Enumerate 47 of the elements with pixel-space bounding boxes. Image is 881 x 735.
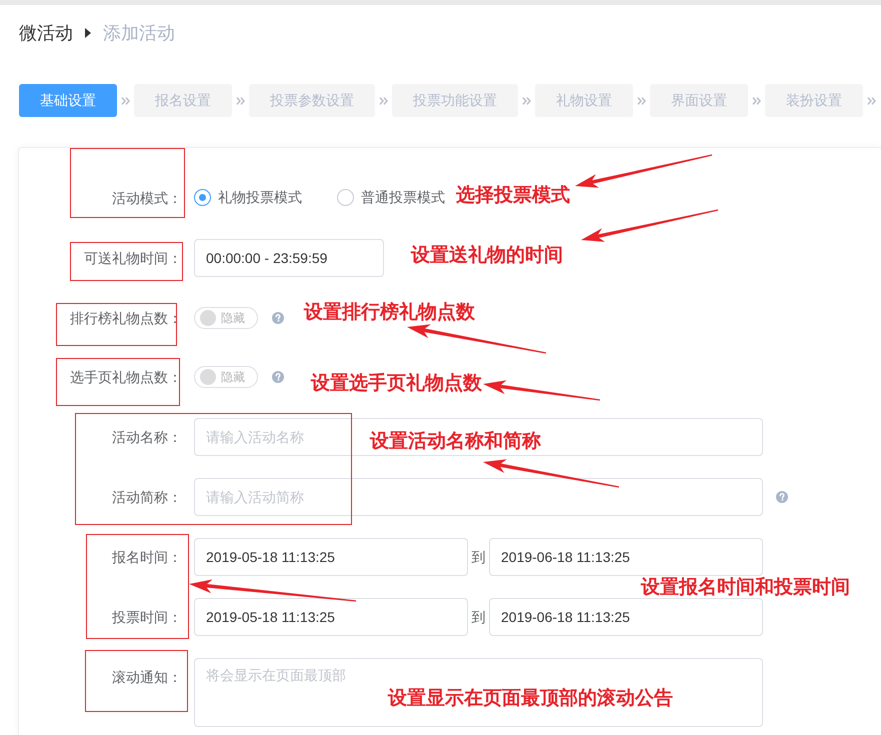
annotation-text: 设置送礼物的时间 (411, 245, 563, 267)
annotation-text: 设置活动名称和简称 (370, 431, 541, 453)
field-label: 活动名称： (112, 428, 182, 446)
date-time-input[interactable]: 2019-06-18 11:13:25 (489, 538, 763, 576)
radio-option[interactable]: 礼物投票模式 (194, 187, 302, 208)
step-tab[interactable]: 投票功能设置 (392, 84, 518, 117)
toggle-switch[interactable]: 隐藏 (194, 366, 258, 388)
radio-option[interactable]: 普通投票模式 (337, 187, 445, 208)
switch-knob-icon (200, 310, 216, 326)
field-label: 选手页礼物点数： (70, 368, 182, 386)
double-chevron-icon (867, 96, 876, 104)
date-time-input[interactable]: 2019-06-18 11:13:25 (489, 598, 763, 636)
time-range-input[interactable]: 00:00:00 - 23:59:59 (194, 238, 384, 277)
breadcrumb-current: 添加活动 (103, 22, 175, 44)
double-chevron-icon (637, 96, 646, 104)
field-label: 投票时间： (112, 608, 182, 626)
double-chevron-icon (121, 96, 130, 104)
field-label: 活动模式： (112, 188, 182, 207)
caret-right-icon (85, 28, 91, 38)
step-tab[interactable]: 投票参数设置 (249, 84, 375, 117)
field-label: 排行榜礼物点数： (70, 308, 182, 326)
toggle-switch[interactable]: 隐藏 (194, 306, 258, 328)
date-time-input[interactable]: 2019-05-18 11:13:25 (194, 598, 468, 636)
step-tab[interactable]: 界面设置 (650, 84, 748, 117)
field-label: 报名时间： (112, 548, 182, 566)
text-input[interactable]: 请输入活动简称 (194, 478, 763, 516)
double-chevron-icon (379, 96, 388, 104)
double-chevron-icon (752, 96, 761, 104)
step-tab[interactable]: 装扮设置 (765, 84, 863, 117)
annotation-text: 选择投票模式 (456, 185, 570, 207)
date-time-input[interactable]: 2019-05-18 11:13:25 (194, 538, 468, 576)
step-tab[interactable]: 礼物设置 (535, 84, 633, 117)
field-label: 滚动通知： (112, 668, 182, 686)
double-chevron-icon (236, 96, 245, 104)
range-separator: 到 (470, 548, 486, 567)
field-label: 可送礼物时间： (84, 248, 182, 267)
step-tab[interactable]: 基础设置 (19, 84, 117, 117)
double-chevron-icon (522, 96, 531, 104)
range-separator: 到 (470, 608, 486, 627)
step-tab[interactable]: 报名设置 (134, 84, 232, 117)
switch-knob-icon (200, 369, 216, 386)
annotation-text: 设置显示在页面最顶部的滚动公告 (388, 688, 673, 710)
breadcrumb-link[interactable]: 微活动 (19, 20, 73, 46)
annotation-text: 设置报名时间和投票时间 (641, 577, 850, 599)
field-label: 活动简称： (112, 488, 182, 506)
annotation-text: 设置选手页礼物点数 (311, 373, 482, 395)
annotation-text: 设置排行榜礼物点数 (304, 302, 475, 324)
